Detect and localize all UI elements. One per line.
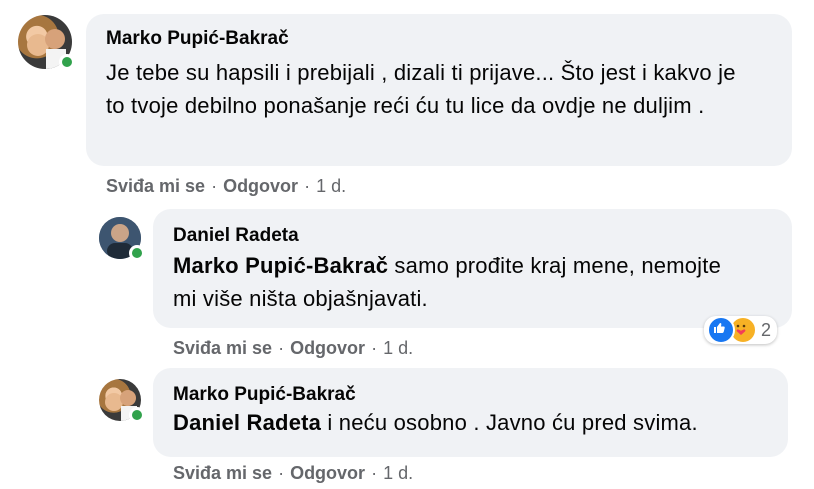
mention-link[interactable]: Daniel Radeta <box>173 410 321 435</box>
reactions-summary[interactable]: 2 <box>704 316 778 344</box>
online-status-dot <box>129 407 145 423</box>
separator: · <box>304 176 311 196</box>
comment-author[interactable]: Marko Pupić-Bakrač <box>173 384 768 406</box>
mention-link[interactable]: Marko Pupić-Bakrač <box>173 253 388 278</box>
online-status-dot <box>59 54 75 70</box>
separator: · <box>211 176 218 196</box>
avatar[interactable] <box>18 15 75 70</box>
separator: · <box>278 338 285 358</box>
reply-link[interactable]: Odgovor <box>290 463 365 483</box>
timestamp[interactable]: 1 d. <box>316 176 346 196</box>
separator: · <box>278 463 285 483</box>
timestamp[interactable]: 1 d. <box>383 338 413 358</box>
reaction-count: 2 <box>761 319 772 340</box>
separator: · <box>371 338 378 358</box>
like-link[interactable]: Sviđa mi se <box>106 176 205 196</box>
online-status-dot <box>129 245 145 261</box>
comment-actions: Sviđa mi se · Odgovor · 1 d. <box>106 176 346 197</box>
comment-bubble: Marko Pupić-Bakrač Je tebe su hapsili i … <box>86 14 792 166</box>
like-reaction-icon <box>707 316 735 344</box>
separator: · <box>371 463 378 483</box>
comment-author[interactable]: Daniel Radeta <box>173 225 772 247</box>
comment-text: Daniel Radeta i neću osobno . Javno ću p… <box>173 406 768 439</box>
comment-actions: Sviđa mi se · Odgovor · 1 d. <box>173 463 413 484</box>
reply-link[interactable]: Odgovor <box>223 176 298 196</box>
like-link[interactable]: Sviđa mi se <box>173 338 272 358</box>
comment-text: Je tebe su hapsili i prebijali , dizali … <box>106 60 736 118</box>
comment-bubble: Daniel Radeta Marko Pupić-Bakrač samo pr… <box>153 209 792 328</box>
comment-body: i neću osobno . Javno ću pred svima. <box>321 410 698 435</box>
comment-bubble: Marko Pupić-Bakrač Daniel Radeta i neću … <box>153 368 788 457</box>
comment-actions: Sviđa mi se · Odgovor · 1 d. <box>173 338 413 359</box>
like-link[interactable]: Sviđa mi se <box>173 463 272 483</box>
avatar[interactable] <box>99 217 145 261</box>
timestamp[interactable]: 1 d. <box>383 463 413 483</box>
comment-author[interactable]: Marko Pupić-Bakrač <box>106 28 772 50</box>
comment-text: Marko Pupić-Bakrač samo prođite kraj men… <box>173 249 733 315</box>
avatar[interactable] <box>99 379 145 423</box>
reply-link[interactable]: Odgovor <box>290 338 365 358</box>
